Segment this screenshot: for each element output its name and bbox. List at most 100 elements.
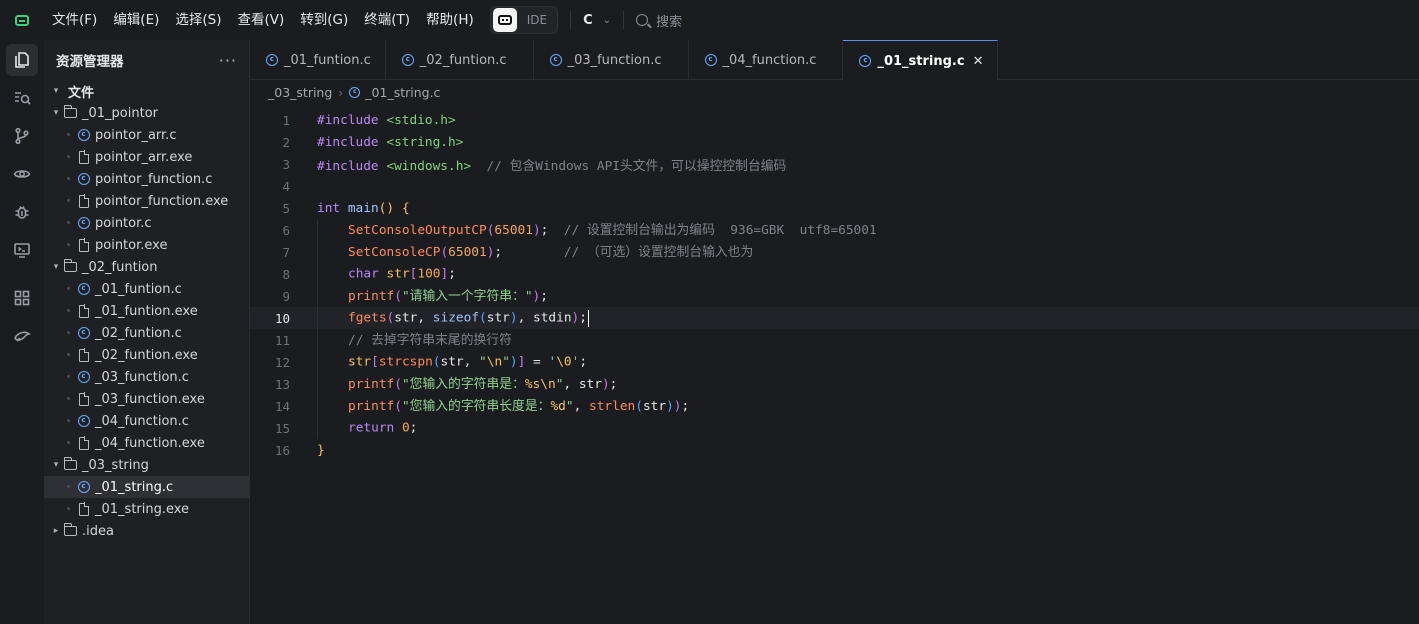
menu-edit[interactable]: 编辑(E): [105, 6, 167, 34]
tab-01-string[interactable]: c _01_string.c ✕: [843, 40, 999, 81]
tree-file[interactable]: c _01_funtion.c: [44, 278, 249, 300]
search-icon: [636, 14, 649, 26]
tab-03-function[interactable]: c _03_function.c: [534, 40, 689, 80]
preview-icon[interactable]: [6, 158, 38, 190]
menu-selection[interactable]: 选择(S): [167, 6, 229, 34]
tree-file[interactable]: pointor_arr.exe: [44, 146, 249, 168]
code-line[interactable]: 5 int main() {: [250, 197, 1419, 219]
file-icon: [77, 348, 90, 362]
code-line[interactable]: 3 #include <windows.h> // 包含Windows API头…: [250, 153, 1419, 175]
extensions-icon[interactable]: [6, 282, 38, 314]
app-logo-icon: [0, 0, 44, 40]
menu-file[interactable]: 文件(F): [44, 6, 105, 34]
code-line[interactable]: 15 return 0;: [250, 417, 1419, 439]
code-text: SetConsoleOutputCP(65001); // 设置控制台输出为编码…: [290, 219, 877, 242]
tree-file[interactable]: c _02_funtion.c: [44, 322, 249, 344]
ide-mode-icon[interactable]: [492, 8, 517, 32]
tree-file[interactable]: pointor_function.exe: [44, 190, 249, 212]
tree-file-label: _01_string.exe: [95, 501, 190, 517]
menu-view[interactable]: 查看(V): [230, 6, 293, 34]
search-box[interactable]: 搜索: [636, 11, 682, 30]
code-text: SetConsoleCP(65001); // （可选）设置控制台输入也为: [290, 241, 753, 264]
debug-icon[interactable]: [6, 196, 38, 228]
tree-file-label: pointor_arr.exe: [95, 149, 193, 165]
tree-file-label: _02_funtion.exe: [95, 347, 198, 363]
code-line[interactable]: 1 #include <stdio.h>: [250, 109, 1419, 131]
ai-assistant-icon[interactable]: [6, 320, 38, 352]
tree-root[interactable]: ▾ 文件: [44, 80, 249, 102]
tree-file[interactable]: _01_string.exe: [44, 498, 249, 520]
tab-04-function[interactable]: c _04_function.c: [689, 40, 844, 80]
code-line[interactable]: 2 #include <string.h>: [250, 131, 1419, 153]
code-line[interactable]: 6 SetConsoleOutputCP(65001); // 设置控制台输出为…: [250, 219, 1419, 242]
tree-file[interactable]: c pointor.c: [44, 212, 249, 234]
code-text: #include <windows.h> // 包含Windows API头文件…: [317, 158, 787, 174]
code-line[interactable]: 14 printf("您输入的字符串长度是：%d", strlen(str));: [250, 395, 1419, 418]
code-text: // 去掉字符串末尾的换行符: [290, 329, 512, 352]
code-editor[interactable]: 1 #include <stdio.h> 2 #include <string.…: [250, 109, 1419, 461]
line-number: 5: [282, 200, 290, 216]
tree-file[interactable]: c pointor_arr.c: [44, 124, 249, 146]
code-line[interactable]: 8 char str[100];: [250, 263, 1419, 285]
folder-open-icon: [63, 105, 77, 120]
code-line[interactable]: 9 printf("请输入一个字符串：");: [250, 285, 1419, 308]
tree-file[interactable]: _04_function.exe: [44, 432, 249, 454]
more-actions-icon[interactable]: ···: [219, 51, 237, 70]
close-icon[interactable]: ✕: [973, 54, 984, 69]
tree-file-label: pointor_function.c: [95, 171, 213, 187]
tree-file[interactable]: _01_funtion.exe: [44, 300, 249, 322]
tree-file[interactable]: _02_funtion.exe: [44, 344, 249, 366]
c-file-icon: c: [77, 217, 90, 230]
tree-file[interactable]: c _03_function.c: [44, 366, 249, 388]
code-line[interactable]: 16 }: [250, 439, 1419, 461]
code-text: int main() {: [317, 200, 410, 216]
folder-open-icon: [63, 259, 77, 274]
code-line-current[interactable]: 10 fgets(str, sizeof(str), stdin);: [250, 307, 1419, 329]
ide-switcher[interactable]: IDE: [489, 6, 559, 34]
code-text: fgets(str, sizeof(str), stdin);: [290, 307, 590, 329]
tab-01-funtion[interactable]: c _01_funtion.c: [250, 40, 386, 80]
explorer-title: 资源管理器: [56, 54, 124, 70]
tab-02-funtion[interactable]: c _02_funtion.c: [386, 40, 534, 80]
code-line[interactable]: 11 // 去掉字符串末尾的换行符: [250, 329, 1419, 352]
breadcrumb-file[interactable]: _01_string.c: [365, 85, 440, 100]
tree-file-selected[interactable]: c _01_string.c: [44, 476, 249, 498]
code-line[interactable]: 12 str[strcspn(str, "\n")] = '\0';: [250, 351, 1419, 373]
chevron-down-icon: ⌄: [602, 14, 612, 26]
line-number: 16: [274, 442, 290, 458]
ide-label[interactable]: IDE: [519, 13, 557, 27]
tree-folder-string[interactable]: ▾ _03_string: [44, 454, 249, 476]
explorer-header: 资源管理器 ···: [44, 40, 249, 80]
search-code-icon[interactable]: [6, 82, 38, 114]
code-line[interactable]: 13 printf("您输入的字符串是：%s\n", str);: [250, 373, 1419, 396]
tree-file-label: _04_function.exe: [95, 435, 205, 451]
line-number: 2: [282, 134, 290, 150]
line-number: 9: [282, 288, 290, 304]
tree-folder-idea[interactable]: ▸ .idea: [44, 520, 249, 542]
tab-label: _01_funtion.c: [284, 52, 371, 68]
menu-help[interactable]: 帮助(H): [418, 6, 482, 34]
menu-terminal[interactable]: 终端(T): [356, 6, 418, 34]
code-line[interactable]: 4: [250, 175, 1419, 197]
source-control-icon[interactable]: [6, 120, 38, 152]
remote-icon[interactable]: [6, 234, 38, 266]
code-text: printf("您输入的字符串是：%s\n", str);: [290, 373, 617, 396]
language-selector[interactable]: C ⌄: [583, 13, 611, 28]
c-file-icon: c: [704, 54, 717, 66]
tree-folder-funtion[interactable]: ▾ _02_funtion: [44, 256, 249, 278]
tree-folder-pointor[interactable]: ▾ _01_pointor: [44, 102, 249, 124]
tree-file[interactable]: c _04_function.c: [44, 410, 249, 432]
tab-label: _02_funtion.c: [419, 52, 507, 68]
explorer-icon[interactable]: [6, 44, 38, 76]
breadcrumb-folder[interactable]: _03_string: [268, 85, 332, 100]
line-number: 14: [274, 398, 290, 414]
menu-goto[interactable]: 转到(G): [292, 6, 356, 34]
chevron-down-icon: ▾: [53, 86, 59, 96]
tree-file[interactable]: _03_function.exe: [44, 388, 249, 410]
code-line[interactable]: 7 SetConsoleCP(65001); // （可选）设置控制台输入也为: [250, 241, 1419, 264]
file-tree: ▾ 文件 ▾ _01_pointor c pointor_arr.c pointo…: [44, 80, 249, 542]
tree-file[interactable]: pointor.exe: [44, 234, 249, 256]
tree-file-label: _03_function.exe: [95, 391, 205, 407]
tree-file-label: pointor.exe: [95, 237, 168, 253]
tree-file[interactable]: c pointor_function.c: [44, 168, 249, 190]
